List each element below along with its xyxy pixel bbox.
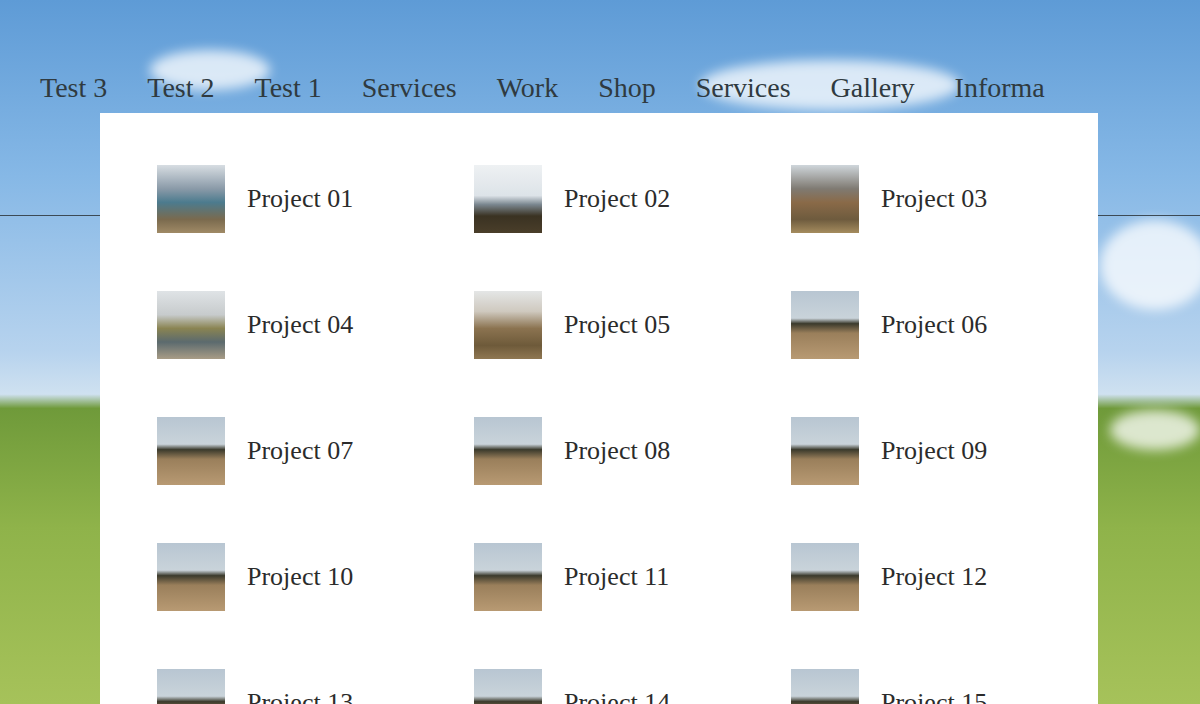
project-item[interactable]: Project 15: [791, 669, 1098, 704]
project-item[interactable]: Project 08: [474, 417, 791, 485]
nav-item[interactable]: Informa: [955, 70, 1045, 106]
project-label: Project 03: [881, 184, 987, 214]
project-thumbnail: [157, 543, 225, 611]
nav-item[interactable]: Services: [362, 70, 457, 106]
project-label: Project 07: [247, 436, 353, 466]
project-item[interactable]: Project 12: [791, 543, 1098, 611]
project-item[interactable]: Project 05: [474, 291, 791, 359]
project-thumbnail: [791, 543, 859, 611]
project-item[interactable]: Project 02: [474, 165, 791, 233]
project-thumbnail: [157, 669, 225, 704]
project-label: Project 15: [881, 688, 987, 704]
project-item[interactable]: Project 10: [157, 543, 474, 611]
project-label: Project 14: [564, 688, 670, 704]
dropdown-menu: Project 01 Project 02 Project 03 Project 04…: [100, 113, 1098, 704]
project-item[interactable]: Project 03: [791, 165, 1098, 233]
project-thumbnail: [157, 165, 225, 233]
project-label: Project 11: [564, 562, 669, 592]
project-thumbnail: [791, 417, 859, 485]
project-label: Project 02: [564, 184, 670, 214]
project-thumbnail: [791, 165, 859, 233]
project-label: Project 13: [247, 688, 353, 704]
project-thumbnail: [791, 291, 859, 359]
project-item[interactable]: Project 07: [157, 417, 474, 485]
project-item[interactable]: Project 04: [157, 291, 474, 359]
project-label: Project 08: [564, 436, 670, 466]
cloud: [1100, 220, 1200, 310]
project-item[interactable]: Project 13: [157, 669, 474, 704]
project-item[interactable]: Project 01: [157, 165, 474, 233]
nav-item[interactable]: Shop: [598, 70, 656, 106]
project-label: Project 05: [564, 310, 670, 340]
project-thumbnail: [157, 417, 225, 485]
project-grid: Project 01 Project 02 Project 03 Project 04…: [157, 165, 1098, 704]
nav-item[interactable]: Test 3: [40, 70, 107, 106]
project-thumbnail: [474, 291, 542, 359]
top-nav: Test 3 Test 2 Test 1 Services Work Shop Servic…: [0, 0, 1200, 106]
project-thumbnail: [474, 165, 542, 233]
nav-item[interactable]: Gallery: [831, 70, 915, 106]
project-label: Project 10: [247, 562, 353, 592]
project-thumbnail: [474, 417, 542, 485]
nav-item[interactable]: Test 2: [147, 70, 214, 106]
project-label: Project 01: [247, 184, 353, 214]
project-thumbnail: [157, 291, 225, 359]
project-label: Project 09: [881, 436, 987, 466]
project-label: Project 12: [881, 562, 987, 592]
project-thumbnail: [474, 669, 542, 704]
nav-item[interactable]: Test 1: [255, 70, 322, 106]
project-label: Project 04: [247, 310, 353, 340]
project-item[interactable]: Project 11: [474, 543, 791, 611]
project-item[interactable]: Project 09: [791, 417, 1098, 485]
project-thumbnail: [474, 543, 542, 611]
project-label: Project 06: [881, 310, 987, 340]
project-item[interactable]: Project 14: [474, 669, 791, 704]
nav-item[interactable]: Services: [696, 70, 791, 106]
nav-item[interactable]: Work: [497, 70, 559, 106]
cloud: [1110, 410, 1200, 450]
project-thumbnail: [791, 669, 859, 704]
project-item[interactable]: Project 06: [791, 291, 1098, 359]
